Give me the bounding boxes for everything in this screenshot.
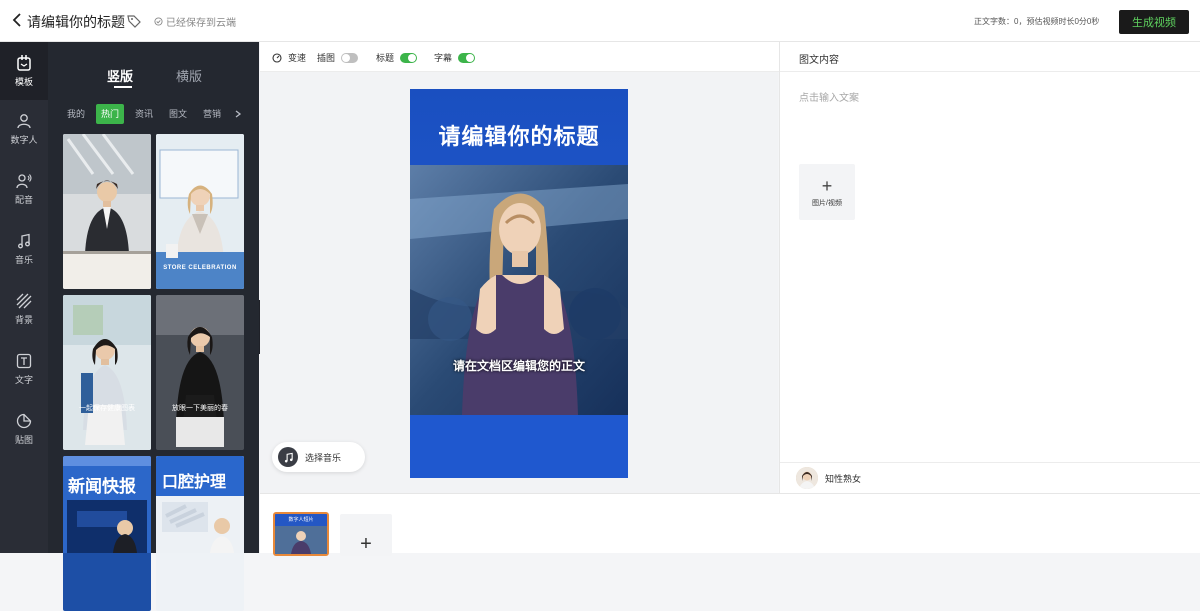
rail-item-digital-human[interactable]: 数字人	[0, 100, 48, 158]
chevron-right-icon[interactable]	[234, 110, 242, 118]
tab-landscape[interactable]: 横版	[176, 66, 202, 85]
rail-label: 数字人	[10, 134, 38, 145]
template-preview-image	[156, 295, 244, 450]
tab-portrait[interactable]: 竖版	[107, 66, 133, 85]
add-media-label: 图片/视频	[812, 199, 842, 207]
rail-label: 贴图	[14, 434, 33, 445]
script-input[interactable]: 点击输入文案	[799, 89, 859, 104]
voice-selector[interactable]: 知性熟女	[780, 462, 1200, 493]
template-thumb[interactable]: 放眼一下美丽的春	[156, 295, 244, 450]
speed-control[interactable]: 变速	[272, 51, 306, 64]
rail-item-voice[interactable]: 配音	[0, 160, 48, 218]
preview-subtitle[interactable]: 请在文档区编辑您的正文	[410, 357, 628, 374]
person-icon	[17, 113, 31, 128]
category-news[interactable]: 资讯	[130, 104, 158, 124]
sticker-icon	[16, 413, 32, 428]
voice-name: 知性熟女	[825, 473, 862, 484]
rail-item-template[interactable]: 模板	[0, 42, 48, 100]
save-status: 已经保存到云端	[154, 14, 236, 29]
word-count: 正文字数：0，预估视频时长0分0秒	[974, 17, 1100, 26]
template-panel: 竖版 横版 我的 热门 资讯 图文 营销 STORE CELEBRATION 一…	[48, 42, 259, 611]
insert-image-toggle[interactable]	[341, 52, 359, 63]
template-thumb[interactable]: 一起保存健康图表	[63, 295, 151, 450]
template-thumb[interactable]	[63, 134, 151, 289]
scene-caption: 数字人短片	[288, 517, 314, 523]
music-note-icon	[18, 233, 30, 248]
category-marketing[interactable]: 营销	[198, 104, 226, 124]
plus-icon: +	[821, 175, 833, 196]
template-caption: STORE CELEBRATION	[163, 265, 237, 271]
template-thumb[interactable]: 新闻快报	[63, 456, 151, 611]
rail-label: 文字	[14, 374, 33, 385]
avatar	[796, 467, 818, 489]
rail-item-sticker[interactable]: 贴图	[0, 400, 48, 458]
subtitle-toggle[interactable]	[458, 52, 476, 63]
scene-strip: 数字人短片 +	[260, 493, 1200, 556]
tag-icon[interactable]	[126, 13, 142, 29]
title-label: 标题	[376, 53, 395, 63]
preview-title[interactable]: 请编辑你的标题	[410, 119, 628, 151]
add-media-button[interactable]: + 图片/视频	[799, 164, 855, 220]
speed-label: 变速	[288, 53, 307, 63]
content-panel: 图文内容 点击输入文案 + 图片/视频 知性熟女	[779, 42, 1200, 493]
generate-video-button[interactable]: 生成视频	[1119, 10, 1189, 34]
template-thumb[interactable]: 口腔护理	[156, 456, 244, 611]
rail-label: 模板	[14, 76, 33, 87]
tab-underline	[114, 86, 132, 88]
category-mine[interactable]: 我的	[62, 104, 90, 124]
choose-music-button[interactable]: 选择音乐	[272, 442, 365, 472]
template-caption: 一起保存健康图表	[79, 405, 135, 412]
rail-item-music[interactable]: 音乐	[0, 220, 48, 278]
add-scene-button[interactable]: +	[340, 514, 392, 556]
left-rail: 模板 数字人 配音 音乐 背景 文字 贴图	[0, 42, 48, 553]
speed-icon	[272, 52, 282, 63]
template-icon	[17, 54, 31, 71]
title-toggle[interactable]	[400, 52, 418, 63]
template-preview-image	[63, 134, 151, 289]
rail-label: 背景	[14, 314, 33, 325]
category-hot[interactable]: 热门	[96, 104, 124, 124]
insert-image-toggle-group: 插图	[317, 51, 359, 64]
subtitle-toggle-group: 字幕	[434, 51, 476, 64]
subtitle-label: 字幕	[434, 53, 453, 63]
rail-item-text[interactable]: 文字	[0, 340, 48, 398]
save-status-text: 已经保存到云端	[166, 18, 236, 29]
back-arrow-icon[interactable]	[10, 12, 26, 28]
scene-thumb[interactable]: 数字人短片	[273, 512, 329, 556]
check-circle-icon	[154, 17, 163, 26]
background-icon	[16, 293, 32, 308]
project-title[interactable]: 请编辑你的标题	[27, 12, 125, 32]
template-preview-image	[63, 295, 151, 450]
rail-label: 音乐	[14, 254, 33, 265]
editor-toolbar: 变速 插图 标题 字幕	[260, 42, 779, 72]
category-graphic[interactable]: 图文	[164, 104, 192, 124]
title-toggle-group: 标题	[376, 51, 418, 64]
insert-image-label: 插图	[317, 53, 336, 63]
voice-icon	[16, 173, 32, 188]
template-caption: 新闻快报	[68, 477, 136, 496]
template-caption: 放眼一下美丽的春	[172, 405, 228, 412]
template-thumb[interactable]: STORE CELEBRATION	[156, 134, 244, 289]
rail-label: 配音	[14, 194, 33, 205]
rail-item-background[interactable]: 背景	[0, 280, 48, 338]
preview-canvas: 请编辑你的标题 请在文档区编辑您的正文 选择音乐	[260, 72, 778, 493]
template-preview-image	[63, 456, 151, 553]
choose-music-label: 选择音乐	[305, 452, 342, 463]
top-bar: 请编辑你的标题 已经保存到云端 正文字数：0，预估视频时长0分0秒 生成视频	[0, 0, 1200, 42]
text-icon	[16, 353, 32, 368]
content-panel-header: 图文内容	[780, 42, 1200, 72]
video-preview[interactable]: 请编辑你的标题 请在文档区编辑您的正文	[410, 89, 628, 478]
music-disc-icon	[278, 447, 298, 467]
template-caption: 口腔护理	[162, 474, 227, 491]
